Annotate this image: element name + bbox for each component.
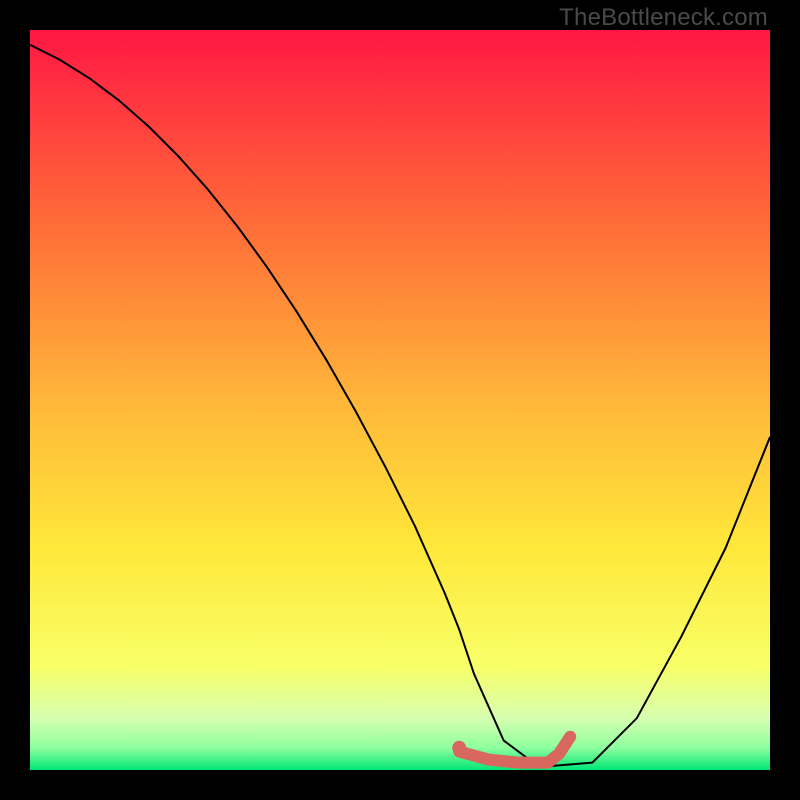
highlight-dot bbox=[452, 741, 466, 755]
chart-frame: TheBottleneck.com bbox=[0, 0, 800, 800]
plot-area bbox=[30, 30, 770, 770]
gradient-background bbox=[30, 30, 770, 770]
chart-svg bbox=[30, 30, 770, 770]
watermark-text: TheBottleneck.com bbox=[559, 4, 768, 32]
